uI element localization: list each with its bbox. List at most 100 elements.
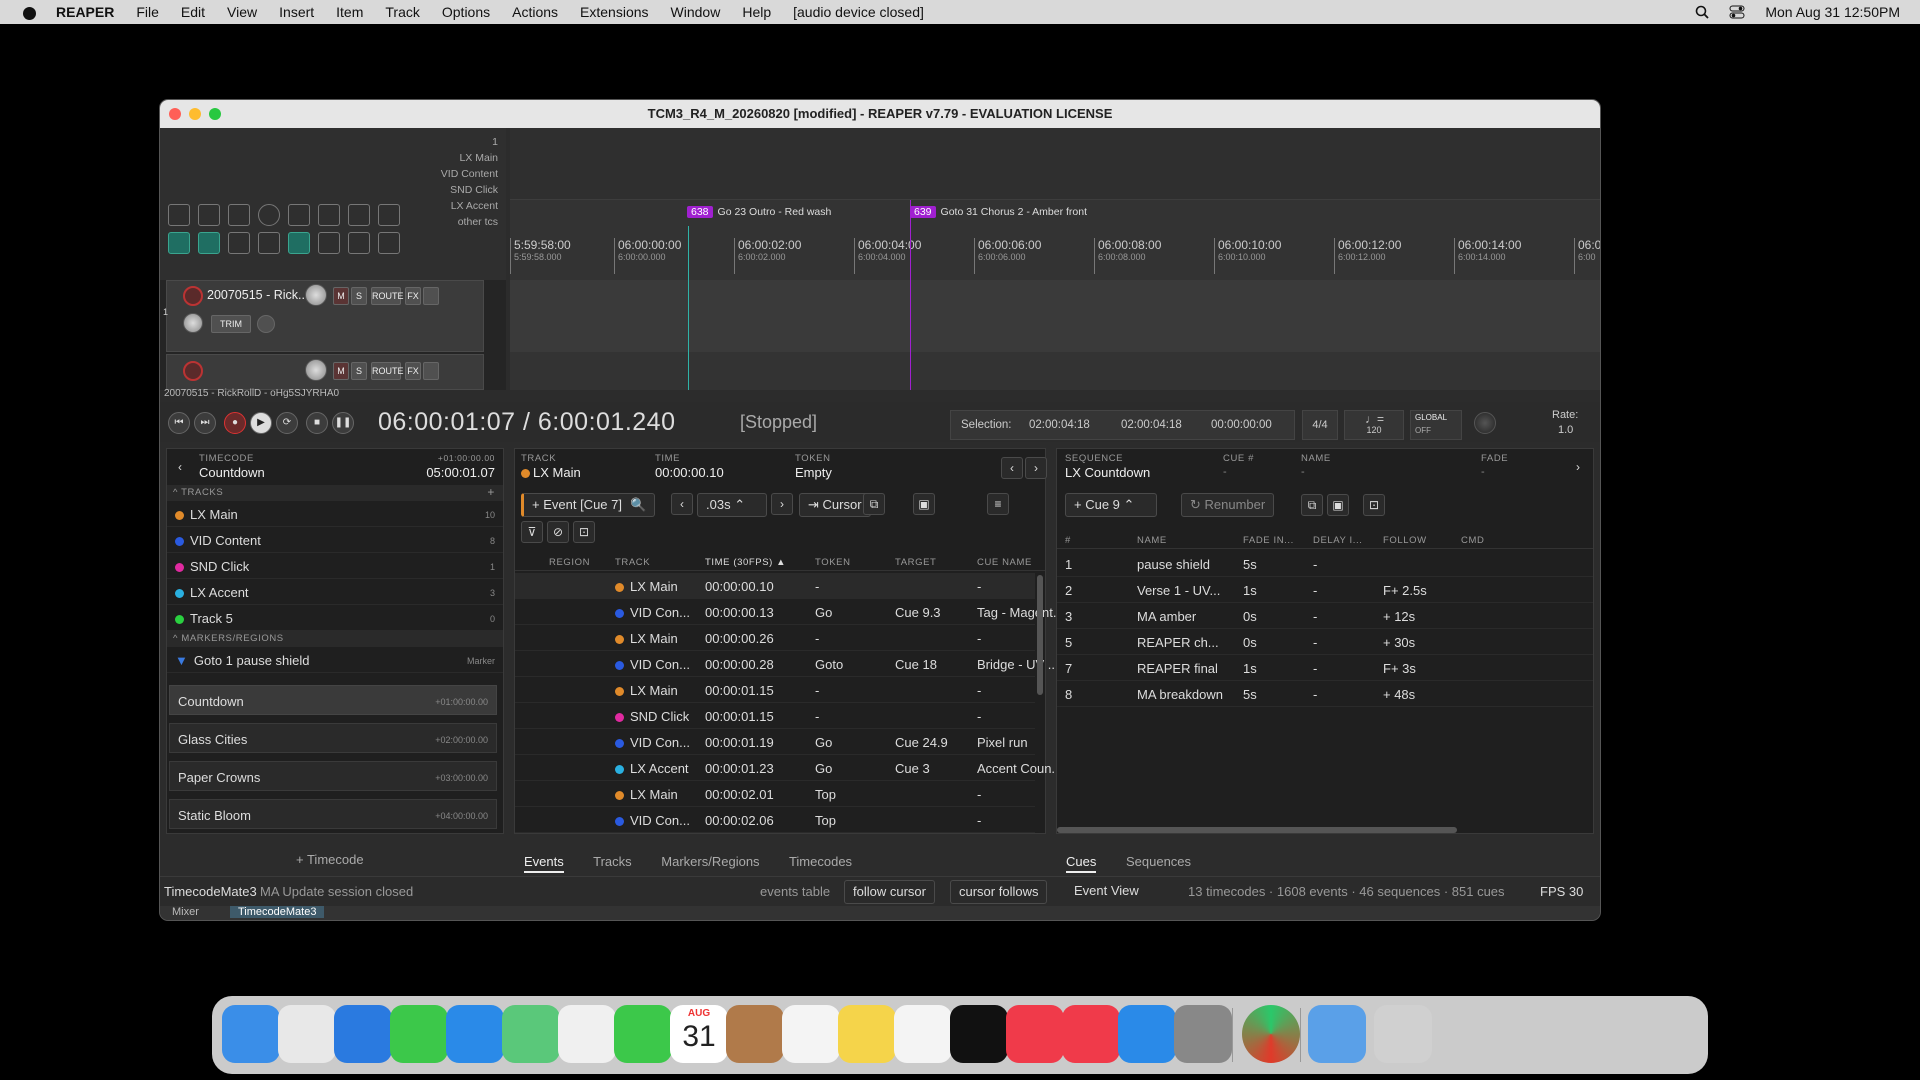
redo-icon[interactable] [318, 204, 340, 226]
track-list-item[interactable]: Track 50 [167, 605, 503, 631]
solo-button[interactable]: S [351, 287, 367, 305]
timecode-offset[interactable]: 05:00:01.07 [426, 465, 495, 480]
col-follow[interactable]: FOLLOW [1383, 535, 1427, 546]
timecode-item[interactable]: Glass Cities +02:00:00.00 [169, 723, 497, 753]
mail-icon[interactable] [446, 1005, 504, 1063]
mute-button[interactable]: M [333, 362, 349, 380]
chevron-right-icon[interactable]: › [1025, 457, 1047, 479]
cue-row[interactable]: 7 REAPER final 1s - F+ 3s [1057, 655, 1593, 681]
menu-view[interactable]: View [227, 4, 257, 20]
pan-knob[interactable] [183, 313, 203, 333]
playrate-knob[interactable] [1474, 412, 1496, 434]
event-row[interactable]: VID Con... 00:00:01.19 Go Cue 24.9 Pixel run [515, 729, 1035, 755]
fx-button[interactable]: FX [405, 362, 421, 380]
new-project-icon[interactable] [168, 204, 190, 226]
mic-icon[interactable]: ⊡ [573, 521, 595, 543]
add-track-button[interactable]: + [487, 485, 495, 499]
tab-cues[interactable]: Cues [1066, 854, 1097, 873]
event-row[interactable]: VID Con... 00:00:02.06 Top - [515, 807, 1035, 833]
mic-icon[interactable]: ⊡ [1363, 494, 1385, 516]
facetime-icon[interactable] [614, 1005, 672, 1063]
envelope-icon[interactable] [258, 232, 280, 254]
contacts-icon[interactable] [726, 1005, 784, 1063]
cue-number-field[interactable]: - [1223, 466, 1227, 478]
cursor-button[interactable]: ⇥ Cursor [799, 493, 871, 517]
copy-icon[interactable]: ⧉ [1301, 494, 1323, 516]
follow-cursor-button[interactable]: follow cursor [844, 880, 935, 904]
col-track[interactable]: TRACK [615, 557, 650, 568]
marker-639[interactable]: 639 Goto 31 Chorus 2 - Amber front [910, 206, 1087, 218]
menu-insert[interactable]: Insert [279, 4, 314, 20]
record-arm-button[interactable] [183, 286, 203, 306]
event-time-field[interactable]: 00:00:00.10 [655, 465, 724, 480]
tab-sequences[interactable]: Sequences [1126, 854, 1191, 869]
device-icon[interactable]: ▣ [913, 493, 935, 515]
menu-track[interactable]: Track [385, 4, 419, 20]
timeline-ruler[interactable]: 638 Go 23 Outro - Red wash 639 Goto 31 Cho… [510, 128, 1600, 280]
go-to-end-button[interactable]: ⏭ [194, 412, 216, 434]
volume-knob[interactable] [305, 284, 327, 306]
news-icon[interactable] [1062, 1005, 1120, 1063]
track-1[interactable]: 1 20070515 - Rick..0 M S ROUTE FX TRIM [163, 280, 484, 352]
event-row[interactable]: LX Main 00:00:02.01 Top - [515, 781, 1035, 807]
route-button[interactable]: ROUTE [371, 362, 404, 380]
event-row[interactable]: LX Main 00:00:00.10- - [515, 573, 1035, 599]
save-project-icon[interactable] [228, 204, 250, 226]
track-list-item[interactable]: LX Main 10 [167, 501, 503, 527]
downloads-icon[interactable] [1308, 1005, 1366, 1063]
col-cue-num[interactable]: # [1065, 535, 1071, 546]
arrange-lanes[interactable] [510, 280, 1600, 390]
lock-icon[interactable] [348, 232, 370, 254]
rate-value[interactable]: 1.0 [1558, 424, 1573, 436]
timecode-name[interactable]: Countdown [199, 465, 265, 480]
chevron-left-icon[interactable]: ‹ [169, 457, 191, 479]
minimize-window-button[interactable] [189, 108, 201, 120]
events-scrollbar[interactable] [1037, 575, 1043, 695]
record-arm-button[interactable] [183, 361, 203, 381]
col-cue-name[interactable]: NAME [1137, 535, 1167, 546]
photos-icon[interactable] [558, 1005, 616, 1063]
route-button[interactable]: ROUTE [371, 287, 404, 305]
play-button[interactable]: ▶ [250, 412, 272, 434]
col-delay-in[interactable]: DELAY I... [1313, 535, 1362, 546]
sequence-select[interactable]: LX Countdown [1065, 465, 1150, 480]
add-cue-button[interactable]: + Cue 9 ⌃ [1065, 493, 1157, 517]
menu-edit[interactable]: Edit [181, 4, 205, 20]
tab-tracks[interactable]: Tracks [593, 854, 632, 869]
freeform-icon[interactable] [894, 1005, 952, 1063]
menu-file[interactable]: File [136, 4, 159, 20]
repeat-button[interactable]: ⟳ [276, 412, 298, 434]
menu-extensions[interactable]: Extensions [580, 4, 648, 20]
tab-timecodes[interactable]: Timecodes [789, 854, 852, 869]
phase-button[interactable] [257, 315, 275, 333]
cue-name-field[interactable]: - [1301, 466, 1305, 478]
trash-icon[interactable] [1374, 1005, 1432, 1063]
trim-button[interactable]: TRIM [211, 315, 251, 333]
item-grouping-icon[interactable] [198, 232, 220, 254]
close-window-button[interactable] [169, 108, 181, 120]
ripple-edit-icon[interactable] [168, 232, 190, 254]
loop-icon[interactable] [318, 232, 340, 254]
time-signature[interactable]: 4/4 [1302, 410, 1338, 440]
duplicate-icon[interactable]: ⧉ [863, 493, 885, 515]
track-2[interactable]: M S ROUTE FX [166, 354, 484, 390]
control-center-icon[interactable] [1729, 5, 1745, 19]
event-row[interactable]: LX Accent 00:00:01.23 Go Cue 3 Accent Coun..… [515, 755, 1062, 781]
event-row[interactable]: LX Main 00:00:01.15- - [515, 677, 1035, 703]
nudge-forward-button[interactable]: › [771, 493, 793, 515]
reminders-icon[interactable] [782, 1005, 840, 1063]
col-region[interactable]: REGION [549, 557, 590, 568]
event-row[interactable]: VID Con... 00:00:00.28 Goto Cue 18 Bridge - … [515, 651, 1059, 677]
calendar-icon[interactable]: AUG 31 [670, 1005, 728, 1063]
col-cue-name[interactable]: CUE NAME [977, 557, 1032, 568]
tab-mixer[interactable]: Mixer [172, 906, 199, 918]
cue-row[interactable]: 5 REAPER ch... 0s - + 30s [1057, 629, 1593, 655]
event-row[interactable]: LX Main 00:00:00.26- - [515, 625, 1035, 651]
project-info-icon[interactable] [258, 204, 280, 226]
volume-knob[interactable] [305, 359, 327, 381]
menu-clock[interactable]: Mon Aug 31 12:50PM [1765, 4, 1900, 20]
app-store-icon[interactable] [1118, 1005, 1176, 1063]
track-list-item[interactable]: LX Accent 3 [167, 579, 503, 605]
fx-bypass-button[interactable] [423, 287, 439, 305]
event-view-button[interactable]: Event View [1066, 880, 1147, 904]
